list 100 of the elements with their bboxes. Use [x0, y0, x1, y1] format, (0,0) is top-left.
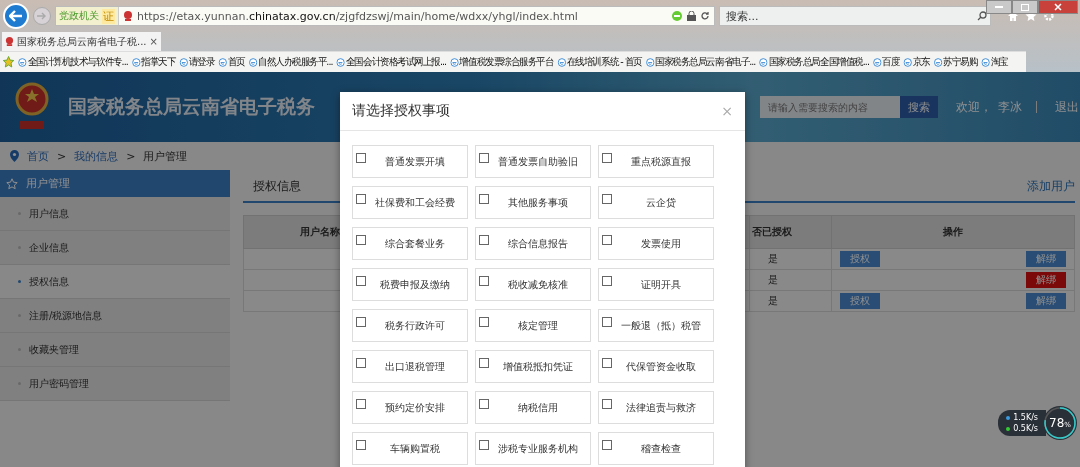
- option-card[interactable]: 稽查检查: [598, 432, 714, 465]
- option-card[interactable]: 证明开具: [598, 268, 714, 301]
- emblem-icon: [123, 10, 133, 23]
- close-button[interactable]: [1038, 0, 1078, 14]
- favorite-link[interactable]: 京东: [903, 55, 930, 70]
- browser-tab[interactable]: 国家税务总局云南省电子税... ×: [2, 32, 161, 52]
- checkbox[interactable]: [479, 399, 489, 409]
- favorite-link[interactable]: 淘宝: [981, 55, 1008, 70]
- option-card[interactable]: 一般退（抵）税管: [598, 309, 714, 342]
- sidebar-item[interactable]: 授权信息: [0, 265, 230, 299]
- option-card[interactable]: 税收减免核准: [475, 268, 591, 301]
- upload-dot-icon: [1006, 415, 1011, 420]
- favorite-link[interactable]: 增值税发票综合服务平台: [449, 55, 554, 70]
- page-icon: [336, 57, 345, 67]
- option-card[interactable]: 税费申报及缴纳: [352, 268, 468, 301]
- checkbox[interactable]: [479, 235, 489, 245]
- url-text: https://etax.yunnan.chinatax.gov.cn/zjgfdzswj/main/home/wdxx/yhgl/index.html: [137, 9, 579, 23]
- checkbox[interactable]: [602, 440, 612, 450]
- browser-search-field[interactable]: 搜索...: [719, 6, 991, 27]
- option-card[interactable]: 出口退税管理: [352, 350, 468, 383]
- breadcrumb-separator: >: [126, 149, 136, 163]
- checkbox[interactable]: [479, 194, 489, 204]
- section-tab[interactable]: 授权信息: [243, 178, 311, 201]
- lock-icon: [687, 11, 696, 22]
- favorite-link[interactable]: 首页: [218, 55, 245, 70]
- option-card[interactable]: 涉税专业服务机构: [475, 432, 591, 465]
- option-card[interactable]: 法律追责与救济: [598, 391, 714, 424]
- back-button[interactable]: [3, 3, 29, 30]
- favorite-link[interactable]: 请登录: [179, 55, 215, 70]
- option-card[interactable]: 社保费和工会经费: [352, 186, 468, 219]
- option-card[interactable]: 其他服务事项: [475, 186, 591, 219]
- checkbox[interactable]: [479, 317, 489, 327]
- checkbox[interactable]: [602, 194, 612, 204]
- option-card[interactable]: 预约定价安排: [352, 391, 468, 424]
- option-card[interactable]: 综合套餐业务: [352, 227, 468, 260]
- favorite-link[interactable]: 在线培训系统 - 首页: [557, 55, 642, 70]
- unbind-button[interactable]: 解绑: [1026, 272, 1066, 288]
- checkbox[interactable]: [356, 194, 366, 204]
- favorite-link[interactable]: 苏宁易购: [933, 55, 978, 70]
- checkbox[interactable]: [479, 153, 489, 163]
- tab-close-button[interactable]: ×: [149, 36, 158, 48]
- checkbox[interactable]: [356, 358, 366, 368]
- minimize-icon: [995, 5, 1003, 9]
- option-card[interactable]: 纳税信用: [475, 391, 591, 424]
- option-card[interactable]: 车辆购置税: [352, 432, 468, 465]
- minimize-button[interactable]: [986, 0, 1012, 14]
- page-icon: [759, 57, 768, 67]
- option-card[interactable]: 云企贷: [598, 186, 714, 219]
- checkbox[interactable]: [356, 153, 366, 163]
- sidebar-item[interactable]: 注册/税源地信息: [0, 299, 230, 333]
- checkbox[interactable]: [602, 276, 612, 286]
- option-card[interactable]: 普通发票自助验旧: [475, 145, 591, 178]
- checkbox[interactable]: [356, 317, 366, 327]
- checkbox[interactable]: [602, 235, 612, 245]
- favorite-link[interactable]: 国家税务总局全国增值税...: [759, 55, 869, 70]
- favorite-link[interactable]: 全国会计资格考试网上报...: [336, 55, 447, 70]
- favorites-star-icon[interactable]: [2, 56, 15, 69]
- checkbox[interactable]: [356, 276, 366, 286]
- checkbox[interactable]: [356, 440, 366, 450]
- option-card[interactable]: 重点税源直报: [598, 145, 714, 178]
- page-icon: [557, 57, 566, 67]
- option-card[interactable]: 普通发票开填: [352, 145, 468, 178]
- restore-icon: [1021, 3, 1029, 11]
- search-button[interactable]: 搜索: [900, 96, 938, 118]
- page-icon: [218, 57, 227, 67]
- checkbox[interactable]: [602, 399, 612, 409]
- page-icon: [179, 57, 188, 67]
- emblem-icon: [5, 36, 14, 48]
- maximize-button[interactable]: [1012, 0, 1038, 14]
- favorite-link[interactable]: 自然人办税服务平...: [248, 55, 333, 70]
- option-card[interactable]: 代保管资金收取: [598, 350, 714, 383]
- checkbox[interactable]: [356, 235, 366, 245]
- page-icon: [872, 57, 882, 67]
- address-bar[interactable]: 党政机关 证 https://etax.yunnan.chinatax.gov.cn/zjgfdzswj/main/home/wdxx/yhgl/index.html: [55, 6, 715, 27]
- option-card[interactable]: 综合信息报告: [475, 227, 591, 260]
- favorite-link[interactable]: 国家税务总局云南省电子...: [645, 55, 756, 70]
- breadcrumb-separator: >: [57, 149, 67, 163]
- breadcrumb-current: 用户管理: [143, 148, 188, 164]
- checkbox[interactable]: [479, 358, 489, 368]
- option-card[interactable]: 税务行政许可: [352, 309, 468, 342]
- favorite-link[interactable]: 全国计算机技术与软件专...: [18, 55, 128, 70]
- checkbox[interactable]: [602, 153, 612, 163]
- option-card[interactable]: 增值税抵扣凭证: [475, 350, 591, 383]
- checkbox[interactable]: [479, 276, 489, 286]
- download-speed: 0.5K/s: [1013, 424, 1038, 433]
- sidebar-item[interactable]: 用户密码管理: [0, 367, 230, 401]
- site-search-field[interactable]: 请输入需要搜索的内容: [760, 96, 900, 118]
- reload-icon[interactable]: [700, 11, 710, 22]
- column-header: 否已授权: [749, 215, 832, 249]
- favorite-link[interactable]: 百度: [872, 55, 900, 70]
- checkbox[interactable]: [602, 317, 612, 327]
- favorite-link[interactable]: 指掌天下: [131, 55, 176, 70]
- checkbox[interactable]: [479, 440, 489, 450]
- sidebar-item[interactable]: 收藏夹管理: [0, 333, 230, 367]
- close-icon: [1054, 3, 1062, 11]
- sidebar-item[interactable]: 用户信息: [0, 197, 230, 231]
- checkbox[interactable]: [602, 358, 612, 368]
- option-card[interactable]: 发票使用: [598, 227, 714, 260]
- option-card[interactable]: 核定管理: [475, 309, 591, 342]
- checkbox[interactable]: [356, 399, 366, 409]
